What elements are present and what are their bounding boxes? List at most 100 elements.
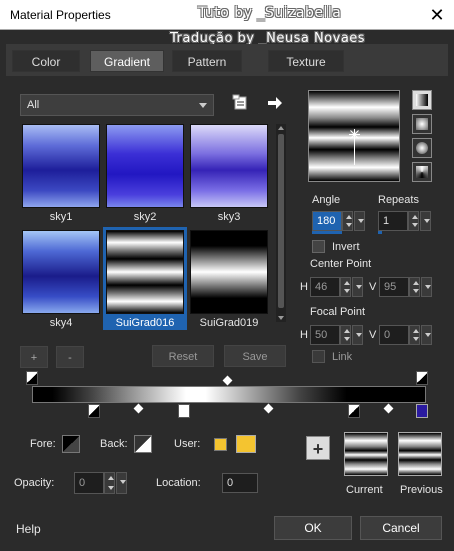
chevron-down-icon (199, 103, 207, 108)
watermark-author: Tuto by _Suizabella (198, 5, 342, 21)
swatch-label-sky2: sky2 (133, 211, 157, 223)
gradient-preview[interactable] (308, 90, 400, 182)
gradient-swatch-sky4[interactable] (22, 230, 100, 314)
repeats-dropdown[interactable] (420, 211, 431, 231)
angle-input[interactable]: 180 (312, 211, 342, 231)
scroll-up-icon[interactable] (278, 126, 284, 130)
angle-label: Angle (312, 194, 341, 206)
sunburst-style-icon[interactable] (412, 138, 432, 158)
link-checkbox[interactable] (312, 350, 325, 363)
invert-label: Invert (332, 241, 360, 253)
opacity-spinner[interactable] (104, 472, 115, 494)
color-stop-1[interactable] (88, 404, 100, 418)
link-label: Link (332, 351, 353, 363)
focal-h-spinner[interactable] (340, 325, 351, 345)
repeats-label: Repeats (378, 194, 419, 206)
color-stop-selected[interactable] (416, 404, 428, 418)
gradient-swatch-suigrad019[interactable] (190, 230, 268, 314)
location-label: Location: (156, 477, 201, 489)
current-swatch[interactable] (344, 432, 388, 476)
focal-h-dropdown[interactable] (352, 325, 363, 345)
help-link[interactable]: Help (16, 522, 41, 536)
focal-v-dropdown[interactable] (421, 325, 432, 345)
tab-gradient[interactable]: Gradient (90, 50, 164, 72)
midpoint-marker-top[interactable] (222, 375, 233, 386)
opacity-input[interactable]: 0 (74, 472, 104, 494)
gradient-swatch-sky1[interactable] (22, 124, 100, 208)
repeats-spinner[interactable] (408, 211, 419, 231)
gradient-category-select[interactable]: All (20, 94, 214, 116)
back-label: Back: (100, 438, 128, 450)
focal-v-label: V (369, 329, 377, 341)
midpoint-marker-3[interactable] (383, 403, 394, 414)
midpoint-marker-1[interactable] (133, 403, 144, 414)
repeats-input[interactable]: 1 (378, 211, 408, 231)
center-v-label: V (369, 281, 377, 293)
center-v-input[interactable]: 95 (379, 277, 409, 297)
gradient-library-icon[interactable] (232, 94, 250, 112)
window-title: Material Properties (10, 8, 111, 22)
focal-v-input[interactable]: 0 (379, 325, 409, 345)
color-stop-2[interactable] (178, 404, 190, 418)
rectangular-style-icon[interactable] (412, 114, 432, 134)
add-gradient-button[interactable]: + (20, 346, 48, 368)
fore-stop-button[interactable] (62, 435, 80, 453)
swatch-label-sky4: sky4 (49, 317, 73, 329)
focal-v-spinner[interactable] (409, 325, 420, 345)
user-color-swatch[interactable] (236, 435, 256, 453)
close-button[interactable]: ✕ (424, 3, 450, 27)
swatch-label-suigrad019: SuiGrad019 (199, 317, 259, 329)
midpoint-marker-2[interactable] (263, 403, 274, 414)
radial-style-icon[interactable] (412, 162, 432, 182)
center-h-label: H (300, 281, 308, 293)
tab-color[interactable]: Color (12, 50, 80, 72)
swatch-label-suigrad016: SuiGrad016 (115, 317, 175, 329)
scroll-thumb[interactable] (278, 134, 284, 308)
color-stop-3[interactable] (348, 404, 360, 418)
opacity-stop-left[interactable] (26, 371, 38, 385)
swatch-label-sky3: sky3 (217, 211, 241, 223)
cancel-button[interactable]: Cancel (360, 516, 442, 540)
previous-swatch[interactable] (398, 432, 442, 476)
user-label: User: (174, 438, 201, 450)
fore-label: Fore: (30, 438, 56, 450)
ok-button[interactable]: OK (274, 516, 352, 540)
focal-point-label: Focal Point (310, 306, 366, 318)
category-value: All (27, 99, 40, 111)
opacity-dropdown[interactable] (116, 472, 127, 494)
tab-pattern[interactable]: Pattern (172, 50, 242, 72)
focal-h-input[interactable]: 50 (310, 325, 340, 345)
center-h-spinner[interactable] (340, 277, 351, 297)
gradient-swatch-sky2[interactable] (106, 124, 184, 208)
location-input[interactable]: 0 (222, 473, 258, 493)
invert-checkbox[interactable] (312, 240, 325, 253)
center-h-dropdown[interactable] (352, 277, 363, 297)
angle-dropdown[interactable] (354, 211, 365, 231)
center-point-label: Center Point (310, 258, 372, 270)
reset-button[interactable]: Reset (152, 345, 214, 367)
opacity-stop-right[interactable] (416, 371, 428, 385)
center-point-icon[interactable] (349, 129, 360, 140)
save-button[interactable]: Save (224, 345, 286, 367)
center-h-input[interactable]: 46 (310, 277, 340, 297)
add-swatch-button[interactable]: + (306, 436, 330, 460)
user-stop-button[interactable] (214, 438, 227, 451)
remove-gradient-button[interactable]: - (56, 346, 84, 368)
gradient-editor-bar[interactable] (32, 386, 426, 403)
gradient-swatch-sky3[interactable] (190, 124, 268, 208)
angle-spinner[interactable] (342, 211, 353, 231)
current-label: Current (346, 484, 383, 496)
swatch-scrollbar[interactable] (276, 124, 286, 322)
repeats-slider[interactable] (378, 231, 382, 234)
back-stop-button[interactable] (134, 435, 152, 453)
linear-style-icon[interactable] (412, 90, 432, 110)
arrow-right-icon[interactable] (266, 94, 284, 112)
gradient-swatch-suigrad016[interactable] (106, 230, 184, 314)
swatch-label-sky1: sky1 (49, 211, 73, 223)
scroll-down-icon[interactable] (278, 316, 284, 320)
focal-h-label: H (300, 329, 308, 341)
center-v-dropdown[interactable] (421, 277, 432, 297)
center-v-spinner[interactable] (409, 277, 420, 297)
tab-texture[interactable]: Texture (268, 50, 344, 72)
angle-slider[interactable] (312, 231, 342, 234)
